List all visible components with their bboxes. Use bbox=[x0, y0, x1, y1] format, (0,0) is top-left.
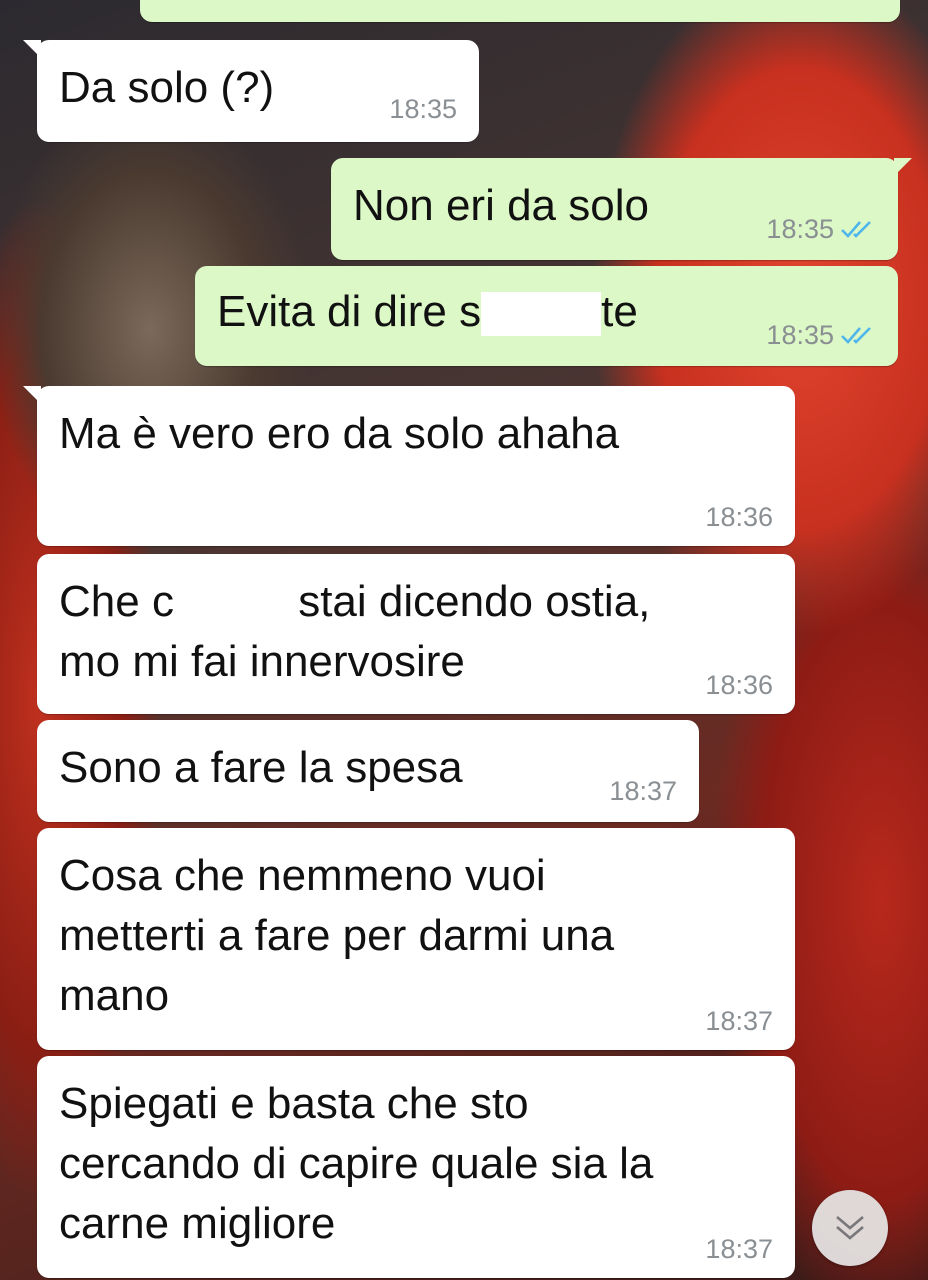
message-meta: 18:35 bbox=[766, 214, 876, 244]
message-meta: 18:35 bbox=[766, 320, 876, 350]
message-text: Ma è vero ero da solo ahaha bbox=[59, 409, 620, 458]
redacted-word bbox=[481, 292, 602, 337]
message-text: Cosa che nemmeno vuoi metterti a fare pe… bbox=[59, 851, 615, 1020]
message-bubble-incoming[interactable]: Cosa che nemmeno vuoi metterti a fare pe… bbox=[37, 828, 795, 1050]
message-bubble-incoming[interactable]: Da solo (?) 18:35 bbox=[23, 40, 479, 142]
message-text: Sono a fare la spesa bbox=[59, 743, 463, 792]
double-check-icon bbox=[841, 327, 871, 344]
double-chevron-down-icon bbox=[836, 1216, 864, 1240]
message-text: Spiegati e basta che sto cercando di cap… bbox=[59, 1079, 654, 1248]
message-bubble-outgoing[interactable]: Non eri da solo 18:35 bbox=[331, 158, 912, 260]
message-bubble-incoming[interactable]: Sono a fare la spesa 18:37 bbox=[37, 720, 699, 822]
message-time: 18:37 bbox=[705, 1234, 773, 1264]
bubble-tail bbox=[894, 158, 912, 176]
bubble-tail bbox=[23, 40, 41, 58]
message-time: 18:36 bbox=[705, 502, 773, 532]
message-text: Che c stai dicendo ostia, mo mi fai inne… bbox=[59, 577, 651, 686]
message-bubble-incoming[interactable]: Ma è vero ero da solo ahaha 18:36 bbox=[23, 386, 795, 546]
message-time: 18:37 bbox=[609, 776, 677, 806]
message-bubble-partial[interactable] bbox=[140, 0, 900, 22]
message-bubble-incoming[interactable]: Spiegati e basta che sto cercando di cap… bbox=[37, 1056, 795, 1278]
message-time: 18:35 bbox=[389, 94, 457, 124]
message-bubble-outgoing[interactable]: Evita di dire s te 18:35 bbox=[195, 266, 898, 366]
message-time: 18:37 bbox=[705, 1006, 773, 1036]
message-bubble-incoming[interactable]: Che c stai dicendo ostia, mo mi fai inne… bbox=[37, 554, 795, 714]
double-check-icon bbox=[841, 221, 871, 238]
bubble-tail bbox=[23, 386, 41, 404]
message-time: 18:35 bbox=[766, 320, 834, 350]
message-time: 18:35 bbox=[766, 214, 834, 244]
scroll-to-bottom-button[interactable] bbox=[812, 1190, 888, 1266]
redacted-word bbox=[173, 582, 286, 627]
message-time: 18:36 bbox=[705, 670, 773, 700]
